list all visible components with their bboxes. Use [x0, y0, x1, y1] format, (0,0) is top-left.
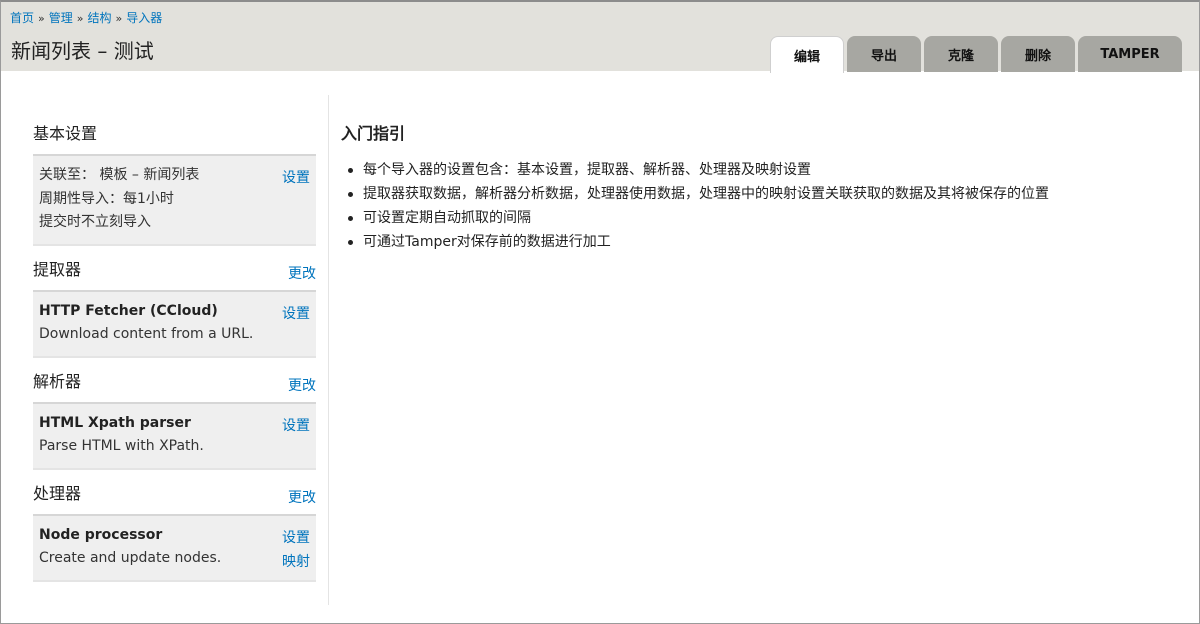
tab-tamper[interactable]: TAMPER [1078, 36, 1182, 72]
basic-settings-link[interactable]: 设置 [282, 170, 310, 186]
basic-settings-links: 设置 [282, 166, 310, 190]
breadcrumb-structure[interactable]: 结构 [88, 11, 112, 25]
fetcher-header: 提取器 更改 [33, 246, 316, 290]
basic-settings-line-attach: 关联至： 模板 – 新闻列表 [39, 167, 200, 183]
breadcrumb-separator: » [76, 12, 84, 25]
basic-settings-line-submit: 提交时不立刻导入 [39, 214, 151, 230]
parser-change-link[interactable]: 更改 [288, 375, 316, 395]
parser-name: HTML Xpath parser [39, 414, 191, 431]
processor-panel: Node processor Create and update nodes. … [33, 513, 316, 582]
guide-item: 可设置定期自动抓取的间隔 [341, 206, 1161, 230]
breadcrumb-importers[interactable]: 导入器 [126, 11, 162, 25]
tab-delete[interactable]: 删除 [1001, 36, 1075, 72]
breadcrumb-home[interactable]: 首页 [10, 11, 34, 25]
breadcrumb-separator: » [38, 12, 45, 25]
processor-header: 处理器 更改 [33, 470, 316, 514]
fetcher-title: 提取器 [33, 259, 82, 279]
processor-links: 设置 映射 [282, 526, 310, 574]
processor-change-link[interactable]: 更改 [288, 487, 316, 507]
fetcher-panel: HTTP Fetcher (CCloud) Download content f… [33, 289, 316, 358]
tab-clone[interactable]: 克隆 [924, 36, 998, 72]
page-title: 新闻列表 – 测试 [11, 39, 154, 63]
basic-settings-line-periodic: 周期性导入：每1小时 [39, 190, 174, 207]
parser-settings-link[interactable]: 设置 [282, 418, 310, 434]
parser-panel: HTML Xpath parser Parse HTML with XPath.… [33, 401, 316, 470]
processor-description: Create and update nodes. [39, 550, 222, 566]
breadcrumb-separator: » [115, 12, 123, 25]
processor-settings-link[interactable]: 设置 [282, 530, 310, 546]
getting-started-panel: 入门指引 每个导入器的设置包含：基本设置，提取器、解析器、处理器及映射设置 提取… [341, 120, 1161, 254]
fetcher-change-link[interactable]: 更改 [288, 263, 316, 283]
tab-export[interactable]: 导出 [847, 36, 921, 72]
tab-bar: 编辑 导出 克隆 删除 TAMPER [770, 36, 1185, 73]
guide-item: 可通过Tamper对保存前的数据进行加工 [341, 230, 1161, 254]
processor-title: 处理器 [33, 483, 82, 503]
breadcrumb-admin[interactable]: 管理 [49, 11, 73, 25]
parser-title: 解析器 [33, 371, 82, 391]
basic-settings-panel: 关联至： 模板 – 新闻列表 周期性导入：每1小时 提交时不立刻导入 设置 [33, 154, 316, 246]
processor-mapping-link[interactable]: 映射 [282, 554, 310, 570]
page-header: 首页» 管理» 结构» 导入器 新闻列表 – 测试 编辑 导出 克隆 删除 TAMPE… [1, 2, 1199, 73]
fetcher-links: 设置 [282, 302, 310, 326]
fetcher-description: Download content from a URL. [39, 326, 254, 342]
importer-sidebar: 基本设置 关联至： 模板 – 新闻列表 周期性导入：每1小时 提交时不立刻导入 … [33, 110, 316, 582]
tab-edit[interactable]: 编辑 [770, 36, 844, 73]
breadcrumb: 首页» 管理» 结构» 导入器 [10, 9, 162, 26]
fetcher-settings-link[interactable]: 设置 [282, 306, 310, 322]
guide-list: 每个导入器的设置包含：基本设置，提取器、解析器、处理器及映射设置 提取器获取数据… [341, 158, 1161, 254]
guide-title: 入门指引 [341, 124, 406, 143]
fetcher-name: HTTP Fetcher (CCloud) [39, 302, 218, 319]
basic-settings-header: 基本设置 [33, 110, 316, 154]
column-divider [328, 95, 329, 605]
basic-settings-title: 基本设置 [33, 124, 98, 143]
parser-links: 设置 [282, 414, 310, 438]
processor-name: Node processor [39, 526, 163, 543]
guide-item: 提取器获取数据，解析器分析数据，处理器使用数据，处理器中的映射设置关联获取的数据… [341, 182, 1161, 206]
parser-description: Parse HTML with XPath. [39, 438, 204, 454]
parser-header: 解析器 更改 [33, 358, 316, 402]
guide-item: 每个导入器的设置包含：基本设置，提取器、解析器、处理器及映射设置 [341, 158, 1161, 182]
